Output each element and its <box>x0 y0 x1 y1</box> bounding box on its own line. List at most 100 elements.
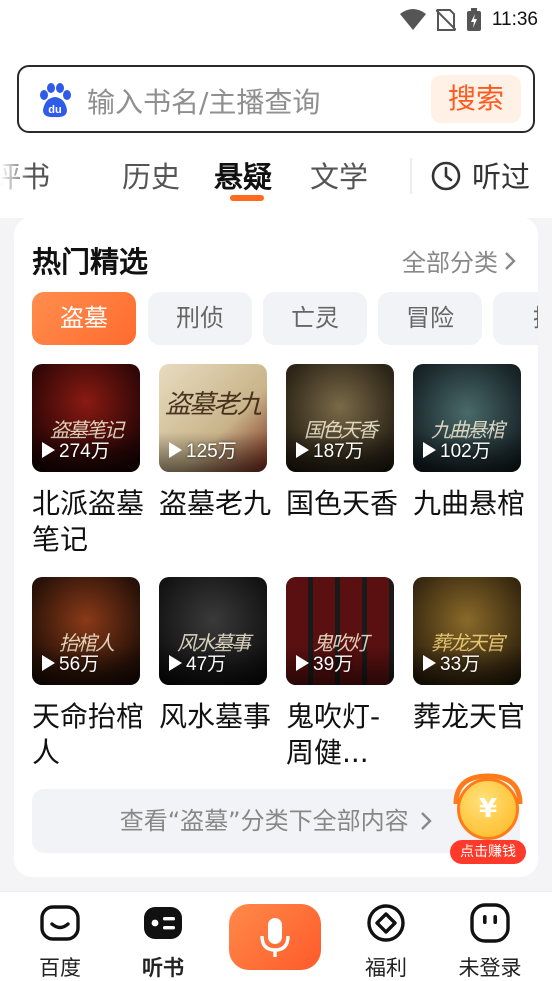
book-item[interactable]: 抬棺人 56万 天命抬棺人 <box>32 577 144 771</box>
divider <box>410 158 412 194</box>
book-title: 盗墓老九 <box>159 487 272 520</box>
nav-label: 未登录 <box>458 956 522 980</box>
all-categories-link[interactable]: 全部分类 <box>402 243 516 278</box>
book-title: 国色天香 <box>286 487 399 520</box>
wifi-icon <box>399 9 426 30</box>
tab-suspense[interactable]: 悬疑 <box>214 154 272 196</box>
nav-label: 百度 <box>39 956 81 980</box>
bottom-nav: 百度 听书 福利 未登录 <box>0 891 552 981</box>
status-time: 11:36 <box>491 9 538 30</box>
active-tab-indicator <box>230 195 264 201</box>
book-item[interactable]: 葬龙天官 33万 葬龙天官 <box>413 577 525 735</box>
book-item[interactable]: 鬼吹灯 39万 鬼吹灯-周健... <box>286 577 394 771</box>
coin-symbol: ¥ <box>478 794 498 824</box>
chevron-right-icon <box>505 251 516 270</box>
tab-history[interactable]: 历史 <box>122 154 180 196</box>
book-title: 鬼吹灯-周健... <box>286 700 381 769</box>
book-cover: 鬼吹灯 39万 <box>286 577 394 685</box>
book-item[interactable]: 九曲悬棺 102万 九曲悬棺 <box>413 364 525 522</box>
section-title: 热门精选 <box>32 245 149 279</box>
play-count-value: 56万 <box>59 654 100 675</box>
tab-literature[interactable]: 文学 <box>310 154 368 196</box>
view-all-label: 查看“盗墓”分类下全部内容 <box>119 807 409 835</box>
nav-audiobooks[interactable]: 听书 <box>123 902 203 981</box>
baidu-paw-logo-icon: du <box>40 83 71 118</box>
play-count-value: 274万 <box>59 441 110 462</box>
microphone-icon <box>260 918 290 957</box>
tag-xingzhen[interactable]: 刑侦 <box>148 292 252 345</box>
play-icon <box>169 441 182 458</box>
search-bar[interactable]: du 输入书名/主播查询 搜索 <box>17 65 535 133</box>
nav-label: 听书 <box>142 956 184 980</box>
play-icon <box>296 654 309 671</box>
cover-title: 盗墓老九 <box>165 390 261 420</box>
play-count: 187万 <box>296 436 364 463</box>
book-cover: 葬龙天官 33万 <box>413 577 521 685</box>
tag-tui[interactable]: 推 <box>493 292 538 345</box>
play-icon <box>42 441 55 458</box>
book-item[interactable]: 风水墓事 47万 风水墓事 <box>159 577 271 735</box>
play-icon <box>296 441 309 458</box>
svg-text:du: du <box>48 104 61 116</box>
book-title: 风水墓事 <box>159 700 272 733</box>
welfare-icon <box>367 904 405 942</box>
play-count: 39万 <box>296 649 353 676</box>
search-input[interactable]: 输入书名/主播查询 <box>87 81 320 121</box>
play-count-value: 102万 <box>440 441 491 462</box>
book-title: 葬龙天官 <box>413 700 526 733</box>
play-count: 56万 <box>42 649 99 676</box>
earn-money-badge[interactable]: ¥ 点击赚钱 <box>450 773 526 866</box>
book-cover: 九曲悬棺 102万 <box>413 364 521 472</box>
user-face-icon <box>470 903 510 943</box>
play-count: 47万 <box>169 649 226 676</box>
play-icon <box>169 654 182 671</box>
play-count-value: 187万 <box>313 441 364 462</box>
book-cover: 抬棺人 56万 <box>32 577 140 685</box>
book-item[interactable]: 盗墓笔记 274万 北派盗墓笔记 <box>32 364 144 558</box>
play-count-value: 47万 <box>186 654 227 675</box>
play-count: 102万 <box>423 436 491 463</box>
nav-login[interactable]: 未登录 <box>450 902 530 981</box>
tag-daomu[interactable]: 盗墓 <box>32 292 136 345</box>
tabs-fade <box>0 150 30 210</box>
play-count-value: 125万 <box>186 441 237 462</box>
book-title: 北派盗墓笔记 <box>32 487 145 556</box>
play-count: 125万 <box>169 436 237 463</box>
play-icon <box>423 441 436 458</box>
play-icon <box>42 654 55 671</box>
play-count: 33万 <box>423 649 480 676</box>
play-icon <box>423 654 436 671</box>
book-item[interactable]: 国色天香 187万 国色天香 <box>286 364 398 522</box>
all-categories-label: 全部分类 <box>402 249 498 277</box>
nav-welfare[interactable]: 福利 <box>346 902 426 981</box>
tag-maoxian[interactable]: 冒险 <box>378 292 482 345</box>
status-bar: 11:36 <box>0 0 552 40</box>
book-title: 天命抬棺人 <box>32 700 145 769</box>
play-count-value: 39万 <box>313 654 354 675</box>
book-cover: 盗墓老九 125万 <box>159 364 267 472</box>
play-count-value: 33万 <box>440 654 481 675</box>
header: du 输入书名/主播查询 搜索 评书 历史 悬疑 文学 听过 <box>0 40 552 218</box>
view-all-daomu-link[interactable]: 查看“盗墓”分类下全部内容 <box>32 789 520 853</box>
baidu-face-icon <box>40 905 80 941</box>
audiobook-icon <box>144 907 182 939</box>
play-count: 274万 <box>42 436 110 463</box>
coin-icon: ¥ <box>457 778 519 840</box>
earn-money-label: 点击赚钱 <box>450 840 526 864</box>
listen-history-label: 听过 <box>472 160 531 194</box>
book-item[interactable]: 盗墓老九 125万 盗墓老九 <box>159 364 271 522</box>
clock-icon <box>431 161 461 191</box>
nav-label: 福利 <box>365 956 407 980</box>
book-cover: 风水墓事 47万 <box>159 577 267 685</box>
tag-wangling[interactable]: 亡灵 <box>263 292 367 345</box>
book-title: 九曲悬棺 <box>413 487 526 520</box>
search-button[interactable]: 搜索 <box>431 75 521 123</box>
sub-tag-row: 盗墓 刑侦 亡灵 冒险 推 <box>32 292 538 346</box>
battery-charging-icon <box>466 8 481 31</box>
voice-search-button[interactable] <box>229 904 321 970</box>
chevron-right-icon <box>421 812 432 830</box>
listen-history-button[interactable]: 听过 <box>410 150 552 210</box>
book-cover: 盗墓笔记 274万 <box>32 364 140 472</box>
book-cover: 国色天香 187万 <box>286 364 394 472</box>
nav-baidu[interactable]: 百度 <box>20 902 100 981</box>
